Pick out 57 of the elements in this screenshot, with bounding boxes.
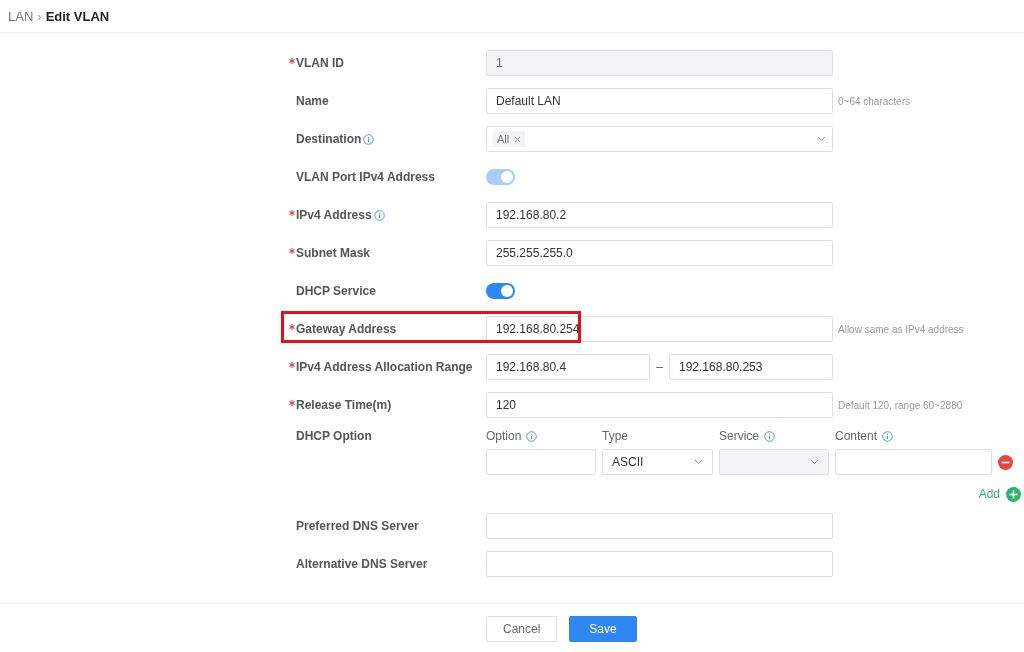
- field-label: Subnet Mask: [296, 246, 370, 260]
- text-field[interactable]: 192.168.80.4: [486, 354, 650, 380]
- info-icon: [363, 133, 375, 145]
- hint-text: 0~64 characters: [838, 95, 910, 107]
- field-label: Alternative DNS Server: [296, 557, 428, 571]
- hint-text: Default 120, range 60~2880: [838, 399, 963, 411]
- field-label: DHCP Service: [296, 284, 376, 298]
- select-field[interactable]: All: [486, 126, 833, 152]
- text-field[interactable]: [835, 449, 992, 475]
- required-mark-icon: [289, 361, 295, 368]
- column-header: Option: [486, 429, 522, 443]
- caret-icon: [817, 136, 826, 142]
- page-title: Edit VLAN: [45, 8, 110, 24]
- required-mark-icon: [289, 399, 295, 406]
- text-field[interactable]: Default LAN: [486, 88, 833, 114]
- info-icon: [526, 430, 538, 442]
- range-separator: –: [655, 360, 664, 374]
- breadcrumb-separator: ›: [37, 8, 42, 24]
- text-field[interactable]: [486, 551, 833, 577]
- text-field[interactable]: 255.255.255.0: [486, 240, 833, 266]
- field-label: Gateway Address: [296, 322, 397, 336]
- toggle-switch[interactable]: [486, 283, 515, 299]
- text-field[interactable]: [486, 513, 833, 539]
- field-label: VLAN Port IPv4 Address: [296, 170, 435, 184]
- column-header: Type: [602, 429, 628, 443]
- caret-icon: [810, 459, 819, 465]
- field-label: Release Time(m): [296, 398, 392, 412]
- field-label: IPv4 Address Allocation Range: [296, 360, 473, 374]
- close-icon[interactable]: [514, 135, 522, 143]
- column-header: Service: [719, 429, 759, 443]
- required-mark-icon: [289, 209, 295, 216]
- text-field[interactable]: 192.168.80.2: [486, 202, 833, 228]
- remove-icon[interactable]: [998, 454, 1013, 470]
- add-icon[interactable]: [1006, 486, 1021, 502]
- field-label: Name: [296, 94, 329, 108]
- hint-text: Allow same as IPv4 address: [838, 323, 964, 335]
- info-icon: [373, 209, 385, 221]
- field-label: Destination: [296, 132, 362, 146]
- save-button[interactable]: Save: [569, 615, 637, 642]
- select-field[interactable]: ASCII: [602, 449, 713, 475]
- breadcrumb-link[interactable]: LAN: [8, 8, 34, 24]
- field-label: DHCP Option: [296, 429, 372, 443]
- cancel-button[interactable]: Cancel: [486, 615, 558, 642]
- text-field[interactable]: 192.168.80.253: [669, 354, 833, 380]
- column-header: Content: [835, 429, 878, 443]
- required-mark-icon: [289, 247, 295, 254]
- required-mark-icon: [289, 57, 295, 64]
- field-label: IPv4 Address: [296, 208, 372, 222]
- field-label: VLAN ID: [296, 56, 344, 70]
- text-field[interactable]: 120: [486, 392, 833, 418]
- required-mark-icon: [289, 323, 295, 330]
- field-label: Preferred DNS Server: [296, 519, 419, 533]
- info-icon: [882, 430, 894, 442]
- caret-icon: [694, 459, 703, 465]
- info-icon: [764, 430, 775, 442]
- text-field[interactable]: [486, 449, 596, 475]
- text-field[interactable]: 192.168.80.254: [486, 316, 833, 342]
